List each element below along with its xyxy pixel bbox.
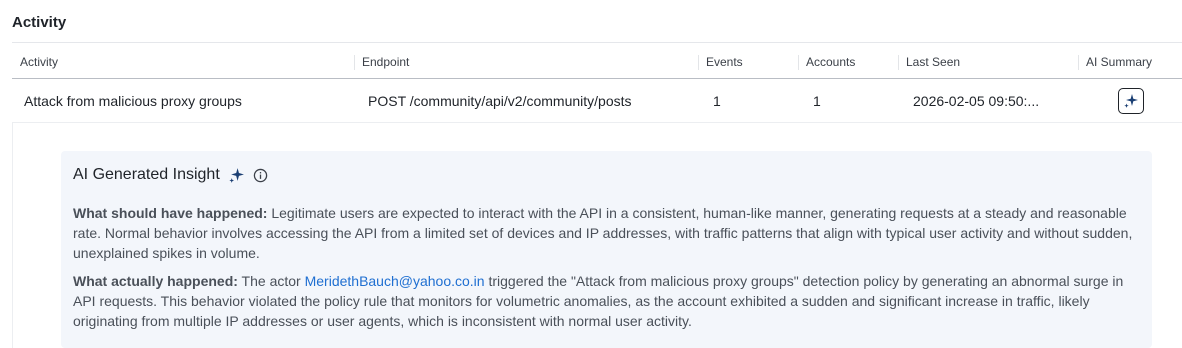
column-header-ai-summary[interactable]: AI Summary xyxy=(1078,47,1152,78)
actual-behavior-text: What actually happened: The actor Meride… xyxy=(73,271,1138,331)
ai-summary-button[interactable] xyxy=(1118,88,1144,114)
column-header-activity[interactable]: Activity xyxy=(12,47,58,78)
section-title: Activity xyxy=(12,14,67,31)
info-icon[interactable] xyxy=(253,168,268,183)
column-header-events[interactable]: Events xyxy=(698,47,743,78)
cell-events: 1 xyxy=(713,93,721,109)
divider xyxy=(12,42,1182,43)
actual-pre: The actor xyxy=(237,273,305,289)
table-row[interactable]: Attack from malicious proxy groups POST … xyxy=(12,79,1182,123)
cell-accounts: 1 xyxy=(813,93,821,109)
activity-table: Activity Endpoint Events Accounts Last S… xyxy=(12,47,1182,123)
cell-last-seen: 2026-02-05 09:50:... xyxy=(913,93,1040,109)
expected-behavior-text: What should have happened: Legitimate us… xyxy=(73,203,1138,263)
actual-label: What actually happened: xyxy=(73,273,238,289)
insight-title: AI Generated Insight xyxy=(73,166,220,183)
sparkle-icon xyxy=(1123,93,1139,109)
cell-endpoint: POST /community/api/v2/community/posts xyxy=(368,93,632,109)
table-header: Activity Endpoint Events Accounts Last S… xyxy=(12,47,1182,79)
cell-activity: Attack from malicious proxy groups xyxy=(24,93,242,109)
column-header-last-seen[interactable]: Last Seen xyxy=(898,47,960,78)
expanded-row-panel: AI Generated Insight What should have ha… xyxy=(12,123,1182,348)
sparkle-icon xyxy=(228,167,245,184)
column-header-accounts[interactable]: Accounts xyxy=(798,47,855,78)
ai-insight-card: AI Generated Insight What should have ha… xyxy=(61,151,1152,348)
expected-label: What should have happened: xyxy=(73,205,268,221)
column-header-endpoint[interactable]: Endpoint xyxy=(354,47,409,78)
actor-email-link[interactable]: MeridethBauch@yahoo.co.in xyxy=(305,273,485,289)
